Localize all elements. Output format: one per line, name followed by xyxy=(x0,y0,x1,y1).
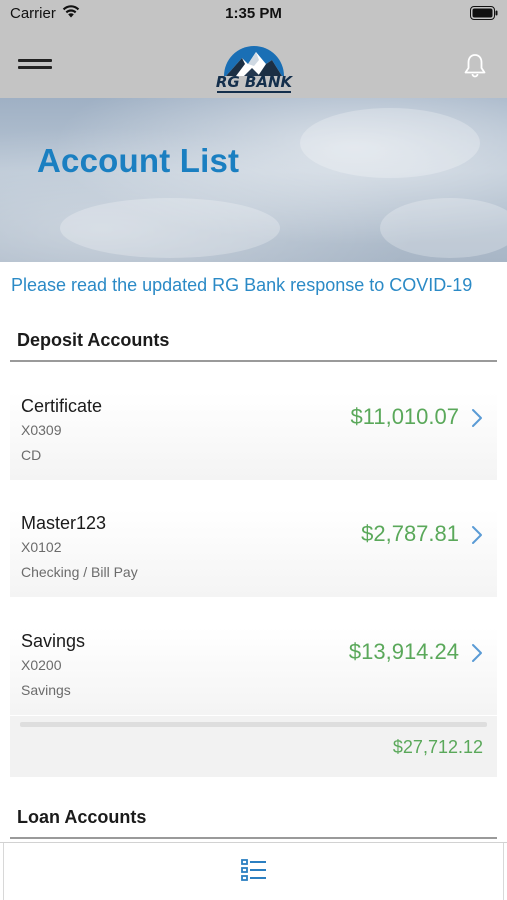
hero-cloud xyxy=(300,108,480,178)
account-row-certificate[interactable]: Certificate X0309 CD $11,010.07 xyxy=(10,392,497,480)
hero-banner: Account List xyxy=(0,98,507,262)
account-name: Savings xyxy=(21,631,86,651)
tab-account-list[interactable] xyxy=(240,857,268,883)
account-name: Master123 xyxy=(21,513,107,533)
covid-notice-link[interactable]: Please read the updated RG Bank response… xyxy=(11,275,472,296)
account-type: Savings xyxy=(21,682,71,698)
logo-underline xyxy=(217,91,291,93)
deposit-total-amount: $27,712.12 xyxy=(392,737,483,757)
notifications-button[interactable] xyxy=(461,52,489,80)
deposit-accounts-title: Deposit Accounts xyxy=(17,330,170,350)
deposit-accounts-header: Deposit Accounts xyxy=(10,318,497,362)
bottom-tab-bar xyxy=(0,842,507,900)
account-name: Certificate xyxy=(21,396,103,416)
battery-icon xyxy=(470,6,498,20)
status-bar: Carrier 1:35 PM xyxy=(0,0,507,28)
hero-cloud xyxy=(60,198,280,258)
hero-cloud xyxy=(380,198,507,258)
chevron-right-icon xyxy=(472,409,482,427)
account-number: X0200 xyxy=(21,657,62,673)
chevron-right-icon xyxy=(472,644,482,662)
total-divider xyxy=(20,722,487,727)
loan-accounts-header: Loan Accounts xyxy=(10,795,497,839)
navigation-bar: RG BANK xyxy=(0,28,507,98)
rg-bank-logo: RG BANK xyxy=(214,40,294,96)
loan-accounts-title: Loan Accounts xyxy=(17,807,147,827)
logo-wordmark: RG BANK xyxy=(215,73,293,91)
app-header: Carrier 1:35 PM RG BANK xyxy=(0,0,507,98)
bell-icon xyxy=(464,54,486,78)
chevron-right-icon xyxy=(472,526,482,544)
clock-time: 1:35 PM xyxy=(225,5,282,22)
account-balance: $13,914.24 xyxy=(348,639,459,664)
account-type: Checking / Bill Pay xyxy=(21,564,138,580)
account-row-savings[interactable]: Savings X0200 Savings $13,914.24 xyxy=(10,627,497,715)
account-balance: $11,010.07 xyxy=(350,404,459,429)
hamburger-icon-line xyxy=(18,66,52,69)
deposit-total: $27,712.12 xyxy=(10,716,497,777)
hamburger-icon xyxy=(18,59,52,62)
page-title: Account List xyxy=(37,142,240,179)
account-list-icon xyxy=(241,859,266,881)
account-balance: $2,787.81 xyxy=(361,521,459,546)
account-number: X0309 xyxy=(21,422,62,438)
account-row-master123[interactable]: Master123 X0102 Checking / Bill Pay $2,7… xyxy=(10,509,497,597)
account-number: X0102 xyxy=(21,539,62,555)
menu-button[interactable] xyxy=(14,52,56,76)
account-type: CD xyxy=(21,447,42,463)
